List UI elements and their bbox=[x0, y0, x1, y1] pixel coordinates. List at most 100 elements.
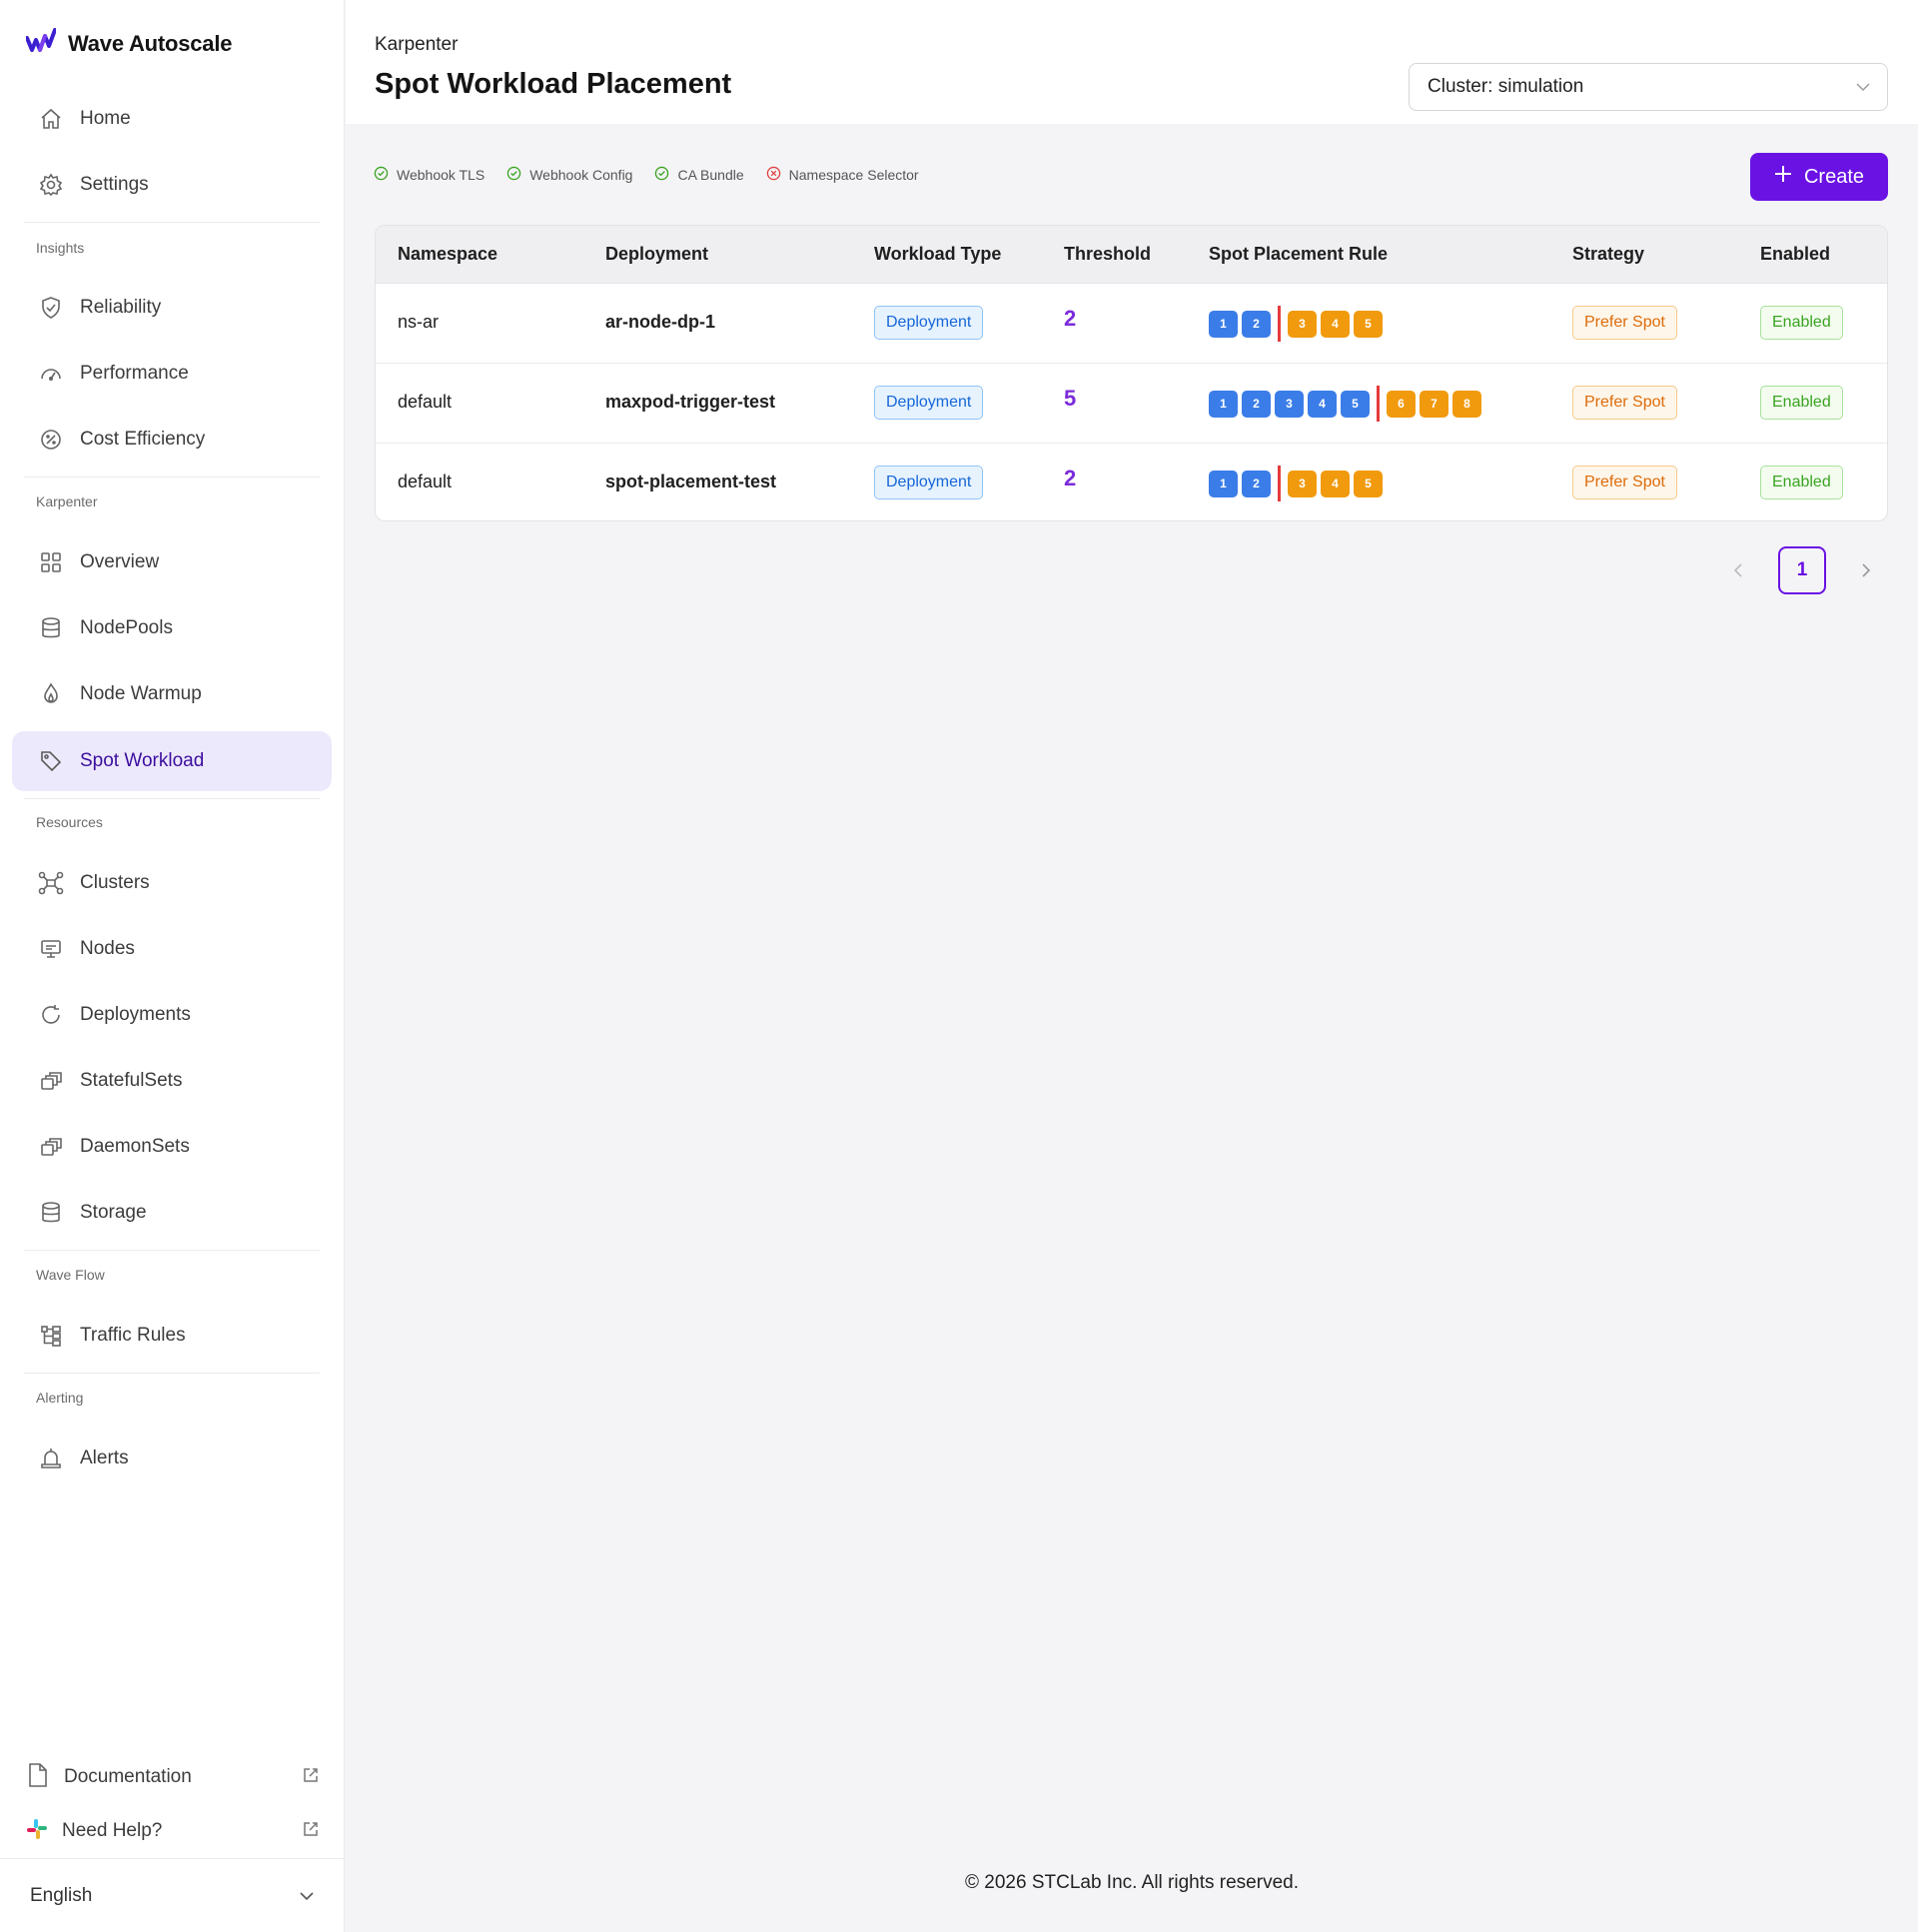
sidebar-item-label: Settings bbox=[80, 174, 149, 195]
app-logo[interactable]: Wave Autoscale bbox=[25, 28, 232, 59]
sidebar-item-overview[interactable]: Overview bbox=[12, 532, 332, 592]
sidebar-item-label: Home bbox=[80, 108, 131, 129]
shield-check-icon bbox=[38, 295, 64, 321]
sidebar-item-deployments[interactable]: Deployments bbox=[12, 985, 332, 1045]
plus-icon bbox=[1774, 165, 1792, 189]
external-link-icon bbox=[302, 1766, 320, 1789]
create-button[interactable]: Create bbox=[1750, 153, 1888, 201]
section-resources: Resources bbox=[36, 814, 103, 830]
on-demand-chip: 1 bbox=[1209, 470, 1238, 497]
monitor-icon bbox=[38, 936, 64, 962]
spot-chip: 3 bbox=[1288, 310, 1317, 338]
deployment-cell[interactable]: spot-placement-test bbox=[605, 472, 776, 492]
spot-chip: 8 bbox=[1452, 390, 1481, 418]
external-link-icon bbox=[302, 1820, 320, 1843]
sidebar-item-cost-efficiency[interactable]: Cost Efficiency bbox=[12, 410, 332, 470]
language-select[interactable]: English bbox=[0, 1858, 345, 1932]
spot-placement-rule: 1 2 3 4 5 bbox=[1209, 466, 1383, 501]
sidebar-item-label: Nodes bbox=[80, 938, 135, 959]
sidebar-item-label: Alerts bbox=[80, 1448, 129, 1468]
table-header: Namespace Deployment Workload Type Thres… bbox=[376, 226, 1887, 284]
spot-chip: 3 bbox=[1288, 470, 1317, 497]
table-row[interactable]: default maxpod-trigger-test Deployment 5… bbox=[376, 364, 1887, 444]
sidebar-item-statefulsets[interactable]: StatefulSets bbox=[12, 1051, 332, 1111]
check-circle-icon bbox=[654, 166, 669, 184]
sidebar-item-reliability[interactable]: Reliability bbox=[12, 278, 332, 338]
database-icon bbox=[38, 615, 64, 641]
threshold-separator bbox=[1278, 466, 1281, 501]
on-demand-chip: 2 bbox=[1242, 310, 1271, 338]
column-header[interactable]: Deployment bbox=[605, 244, 708, 265]
spot-chip: 7 bbox=[1420, 390, 1448, 418]
column-header[interactable]: Spot Placement Rule bbox=[1209, 244, 1388, 265]
sidebar-item-nodepools[interactable]: NodePools bbox=[12, 598, 332, 658]
cluster-select[interactable]: Cluster: simulation bbox=[1409, 63, 1888, 111]
sidebar-item-node-warmup[interactable]: Node Warmup bbox=[12, 664, 332, 724]
wave-logo-icon bbox=[25, 28, 57, 59]
flame-icon bbox=[38, 681, 64, 707]
nav-divider bbox=[24, 798, 320, 799]
column-header[interactable]: Enabled bbox=[1760, 244, 1830, 265]
nav-divider bbox=[24, 1373, 320, 1374]
spot-chip: 6 bbox=[1387, 390, 1416, 418]
spot-chip: 4 bbox=[1321, 310, 1350, 338]
page-number-button[interactable]: 1 bbox=[1778, 546, 1826, 594]
sidebar-item-daemonsets[interactable]: DaemonSets bbox=[12, 1117, 332, 1177]
prev-page-button[interactable] bbox=[1718, 546, 1758, 594]
status-label: Namespace Selector bbox=[788, 167, 919, 183]
sidebar-item-traffic-rules[interactable]: Traffic Rules bbox=[12, 1306, 332, 1366]
on-demand-chip: 5 bbox=[1341, 390, 1370, 418]
branch-icon bbox=[38, 1323, 64, 1349]
column-header[interactable]: Threshold bbox=[1064, 244, 1151, 265]
deployment-cell[interactable]: ar-node-dp-1 bbox=[605, 312, 715, 333]
on-demand-chip: 2 bbox=[1242, 470, 1271, 497]
section-alerting: Alerting bbox=[36, 1390, 84, 1406]
sidebar-item-clusters[interactable]: Clusters bbox=[12, 853, 332, 913]
status-webhook-config: Webhook Config bbox=[506, 166, 632, 184]
threshold-value: 5 bbox=[1064, 386, 1077, 411]
sidebar: Wave Autoscale Home Settings Insights Re… bbox=[0, 0, 345, 1932]
status-ca-bundle: CA Bundle bbox=[654, 166, 744, 184]
column-header[interactable]: Namespace bbox=[398, 244, 497, 265]
footer-copyright: © 2026 STCLab Inc. All rights reserved. bbox=[965, 1872, 1299, 1893]
language-value: English bbox=[30, 1884, 93, 1906]
strategy-badge: Prefer Spot bbox=[1572, 306, 1677, 340]
next-page-button[interactable] bbox=[1846, 546, 1886, 594]
tag-icon bbox=[38, 748, 64, 774]
help-link[interactable]: Need Help? bbox=[26, 1811, 320, 1851]
cluster-icon bbox=[38, 870, 64, 896]
breadcrumb[interactable]: Karpenter bbox=[375, 34, 458, 56]
deployment-cell[interactable]: maxpod-trigger-test bbox=[605, 392, 775, 413]
namespace-cell: ns-ar bbox=[398, 312, 440, 332]
nav-divider bbox=[24, 1250, 320, 1251]
sidebar-item-alerts[interactable]: Alerts bbox=[12, 1429, 332, 1488]
documentation-link[interactable]: Documentation bbox=[26, 1757, 320, 1797]
sidebar-item-nodes[interactable]: Nodes bbox=[12, 919, 332, 979]
table-row[interactable]: default spot-placement-test Deployment 2… bbox=[376, 444, 1887, 520]
table-row[interactable]: ns-ar ar-node-dp-1 Deployment 2 1 2 3 4 … bbox=[376, 284, 1887, 364]
workload-type-badge: Deployment bbox=[874, 466, 984, 499]
workload-type-badge: Deployment bbox=[874, 306, 984, 340]
nav-divider bbox=[24, 222, 320, 223]
check-circle-icon bbox=[374, 166, 389, 184]
database-icon bbox=[38, 1200, 64, 1226]
sidebar-item-home[interactable]: Home bbox=[12, 89, 332, 149]
threshold-separator bbox=[1278, 306, 1281, 342]
sidebar-item-label: Cost Efficiency bbox=[80, 429, 206, 450]
sidebar-item-settings[interactable]: Settings bbox=[12, 155, 332, 215]
threshold-value: 2 bbox=[1064, 306, 1077, 331]
spot-workload-table: Namespace Deployment Workload Type Thres… bbox=[375, 225, 1888, 521]
gauge-icon bbox=[38, 361, 64, 387]
column-header[interactable]: Workload Type bbox=[874, 244, 1001, 265]
enabled-badge: Enabled bbox=[1760, 306, 1843, 340]
status-label: CA Bundle bbox=[677, 167, 744, 183]
status-label: Webhook Config bbox=[529, 167, 633, 183]
grid-icon bbox=[38, 549, 64, 575]
namespace-cell: default bbox=[398, 392, 453, 412]
sidebar-item-performance[interactable]: Performance bbox=[12, 344, 332, 404]
sidebar-item-storage[interactable]: Storage bbox=[12, 1183, 332, 1243]
on-demand-chip: 1 bbox=[1209, 390, 1238, 418]
column-header[interactable]: Strategy bbox=[1572, 244, 1644, 265]
sidebar-item-spot-workload[interactable]: Spot Workload bbox=[12, 731, 332, 791]
sidebar-item-label: Storage bbox=[80, 1202, 147, 1223]
